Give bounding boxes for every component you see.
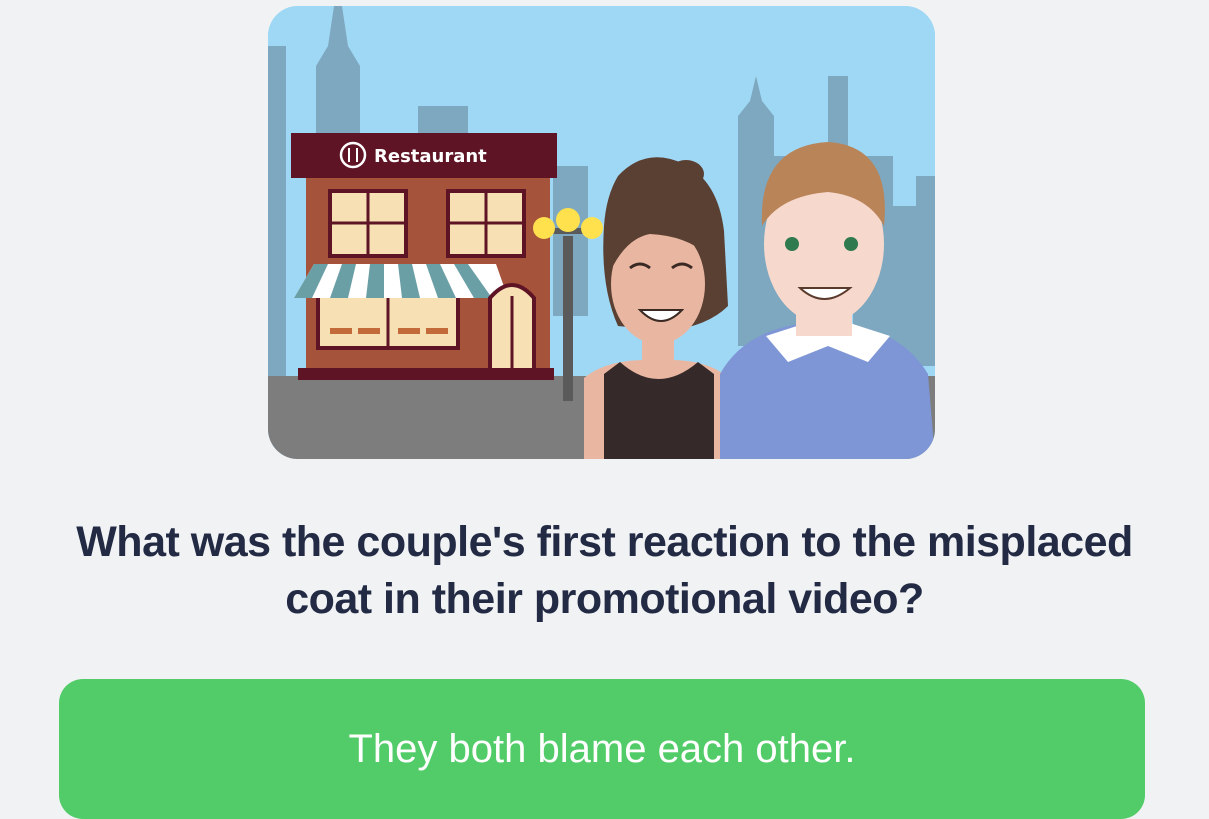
answer-option-button[interactable]: They both blame each other.: [59, 679, 1145, 819]
restaurant-sign-text: Restaurant: [374, 146, 487, 167]
restaurant-building: Restaurant: [291, 133, 557, 380]
question-text: What was the couple's first reaction to …: [76, 518, 1133, 623]
restaurant-couple-scene: Restaurant: [268, 6, 935, 459]
question-illustration: Restaurant: [268, 6, 935, 459]
answer-option-label: They both blame each other.: [348, 727, 856, 771]
